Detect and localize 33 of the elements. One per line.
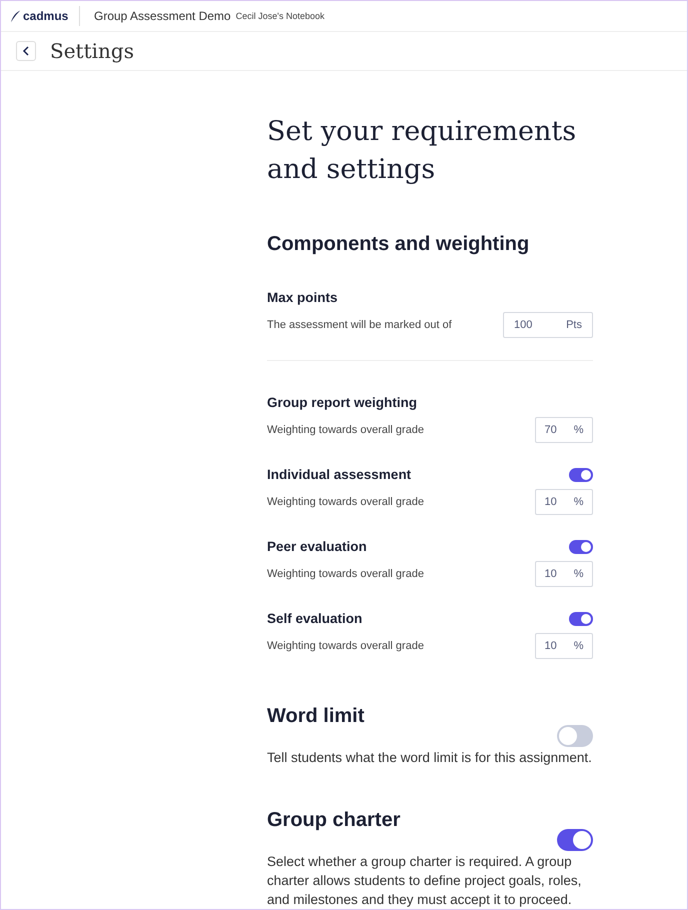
back-button[interactable] (16, 41, 36, 61)
item-title: Self evaluation (267, 610, 362, 628)
item-description: Weighting towards overall grade (267, 568, 424, 580)
item-title: Group report weighting (267, 394, 417, 412)
page-heading: Set your requirements and settings (267, 115, 578, 187)
section-heading: Group charter (267, 809, 400, 832)
item-title: Max points (267, 289, 338, 307)
item-description: The assessment will be marked out of (267, 319, 452, 331)
input-field[interactable]: 10 % (535, 489, 593, 515)
toggle-switch[interactable] (569, 468, 593, 482)
item-description: Weighting towards overall grade (267, 424, 424, 436)
brand-name: cadmus (23, 9, 68, 23)
assessment-title: Group Assessment Demo (94, 9, 231, 23)
logo-icon (11, 10, 21, 22)
section-heading: Word limit (267, 705, 364, 728)
toggle-switch[interactable] (569, 612, 593, 626)
page-title: Settings (50, 39, 134, 63)
input-field[interactable]: 100 Pts (503, 312, 593, 338)
item-title: Peer evaluation (267, 538, 367, 556)
input-field[interactable]: 70 % (535, 417, 593, 443)
toggle-switch[interactable] (557, 828, 593, 850)
toggle-switch[interactable] (557, 724, 593, 746)
section-description: Tell students what the word limit is for this assignment. (267, 749, 593, 767)
toggle-switch[interactable] (569, 540, 593, 554)
item-title: Individual assessment (267, 466, 412, 484)
notebook-name: Cecil Jose's Notebook (236, 11, 324, 21)
back-icon (22, 46, 30, 56)
input-field[interactable]: 10 % (535, 633, 593, 659)
input-field[interactable]: 10 % (535, 561, 593, 587)
section-heading: Components and weighting (267, 233, 530, 256)
section-description: Select whether a group charter is required. A group charter allows students to define project goals, roles, and milestones and they must accept it to proceed. (267, 853, 582, 909)
item-description: Weighting towards overall grade (267, 496, 424, 508)
item-description: Weighting towards overall grade (267, 640, 424, 652)
